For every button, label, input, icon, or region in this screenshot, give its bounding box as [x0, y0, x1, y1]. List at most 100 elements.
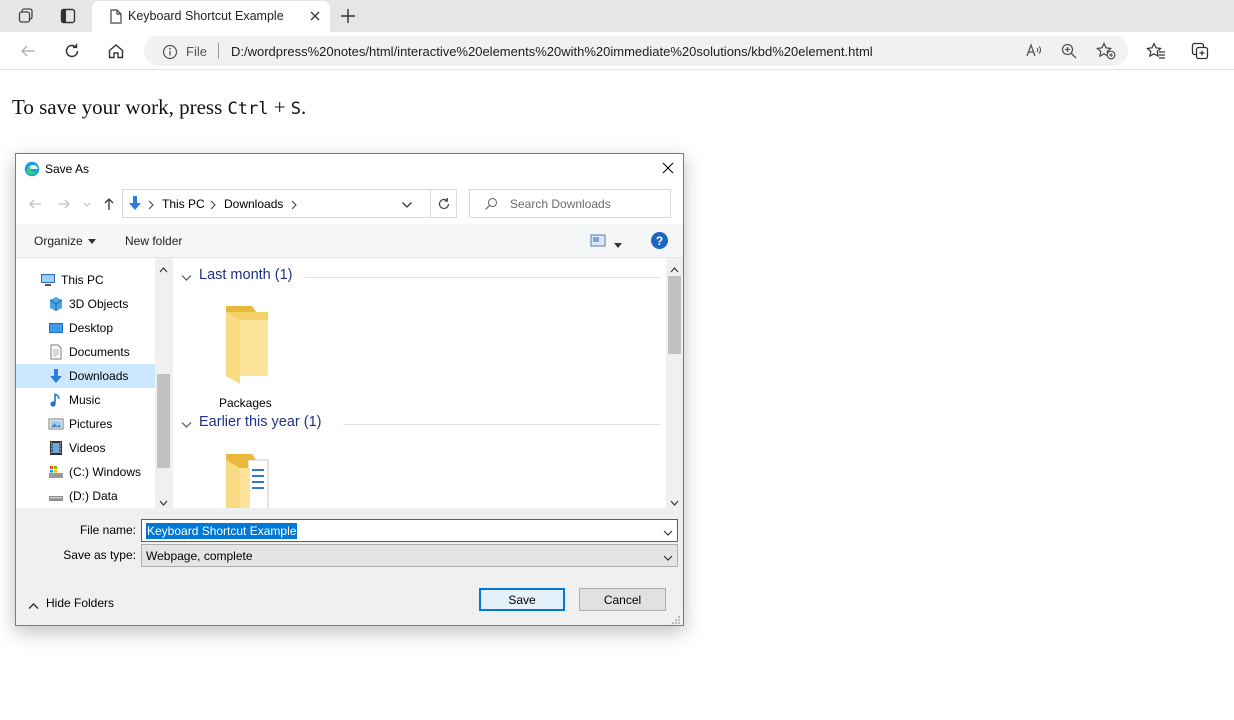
- group-divider: [343, 424, 661, 425]
- browser-nav-bar: File D:/wordpress%20notes/html/interacti…: [0, 32, 1234, 70]
- address-url[interactable]: D:/wordpress%20notes/html/interactive%20…: [231, 44, 873, 59]
- cube-icon: [48, 296, 64, 312]
- nav-item-videos[interactable]: Videos: [16, 436, 155, 460]
- info-icon[interactable]: [162, 44, 178, 63]
- save-as-type-select[interactable]: Webpage, complete: [141, 544, 678, 567]
- path-chevron-icon[interactable]: [147, 199, 155, 210]
- save-as-dialog: Save As This PC Downloads Search Downloa…: [15, 153, 684, 626]
- organize-dropdown-icon: [87, 238, 96, 244]
- browser-tab-active[interactable]: Keyboard Shortcut Example: [92, 1, 330, 32]
- nav-item-music[interactable]: Music: [16, 388, 155, 412]
- file-name-dropdown-icon[interactable]: [663, 526, 673, 540]
- resize-grip-icon[interactable]: [670, 614, 681, 625]
- dialog-title-bar[interactable]: Save As: [16, 154, 683, 184]
- paragraph-text-before: To save your work, press: [12, 95, 228, 119]
- file-pane-scrollbar[interactable]: [666, 258, 683, 508]
- dialog-close-icon[interactable]: [660, 160, 676, 176]
- add-favorite-icon[interactable]: [1096, 42, 1116, 60]
- group-heading-label: Earlier this year (1): [199, 414, 322, 430]
- music-note-icon: [48, 392, 64, 408]
- favorites-icon[interactable]: [1146, 41, 1166, 61]
- new-tab-icon[interactable]: [338, 6, 358, 26]
- read-aloud-icon[interactable]: [1025, 42, 1043, 60]
- folder-icon: [210, 302, 272, 389]
- nav-item-desktop[interactable]: Desktop: [16, 316, 155, 340]
- scroll-up-icon[interactable]: [670, 262, 679, 276]
- back-icon[interactable]: [18, 41, 38, 61]
- folder-item-packages[interactable]: Packages: [210, 302, 274, 412]
- collapse-chevron-icon[interactable]: [181, 271, 192, 285]
- recent-locations-chevron-icon[interactable]: [82, 196, 92, 212]
- dialog-forward-icon[interactable]: [56, 196, 72, 212]
- workspaces-icon[interactable]: [15, 6, 37, 26]
- dialog-back-icon[interactable]: [27, 196, 43, 212]
- organize-button[interactable]: Organize: [34, 234, 96, 248]
- nav-item-this-pc[interactable]: This PC: [16, 268, 155, 292]
- change-view-icon[interactable]: [590, 234, 606, 250]
- scroll-down-icon[interactable]: [159, 496, 168, 510]
- save-button[interactable]: Save: [479, 588, 565, 611]
- help-icon[interactable]: ?: [651, 232, 668, 249]
- view-dropdown-icon[interactable]: [614, 238, 622, 252]
- file-name-value: Keyboard Shortcut Example: [146, 523, 298, 539]
- save-as-type-dropdown-icon[interactable]: [663, 551, 673, 565]
- tab-title: Keyboard Shortcut Example: [128, 9, 284, 23]
- path-dropdown-chevron-icon[interactable]: [401, 199, 413, 213]
- new-folder-button[interactable]: New folder: [125, 234, 182, 248]
- group-heading-earlier-this-year[interactable]: Earlier this year (1): [181, 414, 661, 434]
- collapse-chevron-icon[interactable]: [181, 418, 192, 432]
- group-heading-label: Last month (1): [199, 267, 293, 283]
- path-segment-this-pc[interactable]: This PC: [162, 197, 205, 211]
- chevron-up-icon: [28, 599, 39, 613]
- hide-folders-button[interactable]: Hide Folders: [26, 595, 126, 613]
- nav-item-label: Music: [69, 393, 101, 407]
- path-segment-downloads[interactable]: Downloads: [224, 197, 283, 211]
- nav-item-d-drive[interactable]: (D:) Data: [16, 484, 155, 508]
- group-divider: [305, 277, 661, 278]
- scrollbar-thumb[interactable]: [668, 276, 681, 354]
- dialog-command-bar: Organize New folder ?: [16, 224, 683, 258]
- film-icon: [48, 440, 64, 456]
- path-refresh-icon[interactable]: [430, 190, 457, 217]
- folder-item-partial[interactable]: [210, 450, 274, 508]
- nav-item-label: Desktop: [69, 321, 114, 335]
- nav-item-pictures[interactable]: Pictures: [16, 412, 155, 436]
- drive-icon: [48, 488, 64, 504]
- nav-item-label: (C:) Windows: [69, 465, 142, 479]
- up-folder-icon[interactable]: [101, 196, 117, 212]
- nav-item-label: Documents: [69, 345, 130, 359]
- nav-item-documents[interactable]: Documents: [16, 340, 155, 364]
- address-separator: [218, 43, 219, 59]
- cancel-button[interactable]: Cancel: [579, 588, 666, 611]
- nav-item-label: (D:) Data: [69, 489, 118, 503]
- home-icon[interactable]: [106, 41, 126, 61]
- nav-item-3d-objects[interactable]: 3D Objects: [16, 292, 155, 316]
- downloads-path-icon: [127, 195, 143, 215]
- search-icon: [484, 197, 498, 214]
- computer-icon: [40, 272, 56, 288]
- nav-item-c-drive[interactable]: (C:) Windows: [16, 460, 155, 484]
- file-item-label: Packages: [219, 396, 272, 410]
- path-chevron-icon[interactable]: [209, 199, 217, 210]
- navigation-pane-scrollbar[interactable]: [155, 258, 172, 508]
- nav-item-label: Pictures: [69, 417, 113, 431]
- address-path-box[interactable]: This PC Downloads: [122, 189, 457, 218]
- search-downloads-input[interactable]: Search Downloads: [469, 189, 671, 218]
- nav-item-downloads[interactable]: Downloads: [16, 364, 155, 388]
- close-tab-icon[interactable]: [308, 9, 322, 23]
- drive-icon: [48, 464, 64, 480]
- refresh-icon[interactable]: [62, 41, 82, 61]
- path-chevron-icon[interactable]: [290, 199, 298, 210]
- save-as-type-label: Save as type:: [63, 548, 136, 562]
- scroll-down-icon[interactable]: [670, 496, 679, 510]
- scroll-up-icon[interactable]: [159, 262, 168, 276]
- organize-label: Organize: [34, 234, 83, 248]
- tab-actions-icon[interactable]: [57, 6, 79, 26]
- group-heading-last-month[interactable]: Last month (1): [181, 267, 661, 287]
- file-name-input[interactable]: Keyboard Shortcut Example: [141, 519, 678, 542]
- zoom-icon[interactable]: [1060, 42, 1078, 60]
- address-bar[interactable]: File D:/wordpress%20notes/html/interacti…: [144, 36, 1128, 66]
- save-as-type-value: Webpage, complete: [146, 549, 253, 563]
- scrollbar-thumb[interactable]: [157, 374, 170, 468]
- collections-icon[interactable]: [1190, 41, 1210, 61]
